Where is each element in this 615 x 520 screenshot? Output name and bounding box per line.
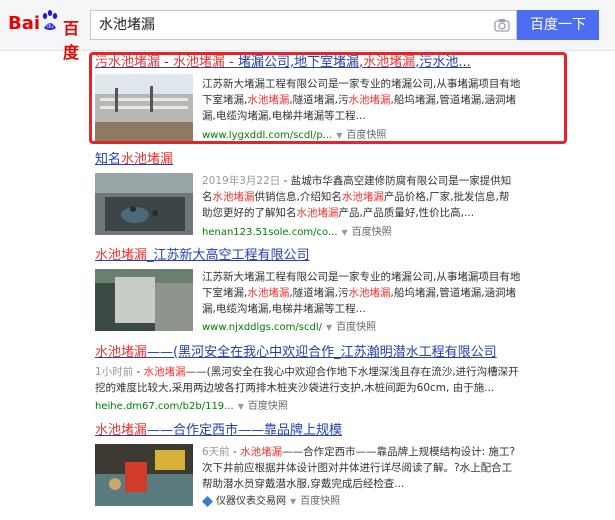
result-date: 6天前 [202,446,230,458]
search-box[interactable]: 水池堵漏 [90,10,517,40]
result-url[interactable]: 仪器仪表交易网 [216,496,286,507]
dropdown-arrow-icon[interactable]: ▼ [290,497,296,506]
keyword-highlight: 水池堵漏 [95,345,148,360]
text-segment: 供销信息,介绍知名 [254,191,342,203]
result-description: 6天前 - 水池堵漏——合作定西市——靠品牌上规模结构设计: 施工?次下井前应根… [202,444,522,492]
result-url-row: henan123.51sole.com/co... ▼ 百度快照 [202,223,392,238]
dropdown-arrow-icon[interactable]: ▼ [326,323,332,332]
result-3: 水池堵漏_江苏新大高空工程有限公司 [95,247,310,265]
result-date: 2019年3月22日 [202,175,281,187]
snapshot-link[interactable]: 百度快照 [248,401,288,412]
result-description-text: - 水池堵漏——合作定西市——靠品牌上规模结构设计: 施工?次下井前应根据井体设… [202,446,515,490]
text-segment: - [133,366,144,378]
text-segment: - [229,446,241,458]
result-url-row: www.njxddlgs.com/scdl/ ▼ 百度快照 [202,318,376,333]
svg-text:du: du [46,23,54,30]
keyword-highlight: 水池堵漏 [240,446,283,458]
dropdown-arrow-icon[interactable]: ▼ [341,228,347,237]
search-input[interactable]: 水池堵漏 [99,11,479,39]
keyword-highlight: 水池堵漏 [341,191,384,203]
text-segment: 产品,产品质量好,性价比高,... [338,207,475,219]
result-5: 水池堵漏——合作定西市——靠品牌上规模 [95,422,342,440]
result-description: 江苏新大堵漏工程有限公司是一家专业的堵漏公司,从事堵漏项目有地下室堵漏,水池堵漏… [202,269,522,317]
result-description: 1小时前 - 水池堵漏——(黑河安全在我心中欢迎合作地下水埋深浅且存在流沙,进行… [95,364,519,396]
keyword-highlight: 水池堵漏 [143,366,186,378]
logo-du-text: 百度 [63,19,80,62]
result-url[interactable]: heihe.dm67.com/b2b/119... [95,401,234,412]
baidu-logo[interactable]: Bai du 百度 [8,10,90,62]
keyword-highlight: 水池堵漏 [95,248,148,263]
camera-icon[interactable] [494,17,510,33]
highlight-frame [89,52,567,144]
paw-icon: du [42,10,58,30]
result-2: 知名水池堵漏 [95,151,173,169]
dropdown-arrow-icon[interactable]: ▼ [238,402,244,411]
text-segment: ——合作定西市——靠品牌上规模 [147,423,343,438]
search-button[interactable]: 百度一下 [517,10,599,40]
result-title[interactable]: 水池堵漏_江苏新大高空工程有限公司 [95,247,310,265]
snapshot-link[interactable]: 百度快照 [336,322,376,333]
keyword-highlight: 水池堵漏 [348,287,391,299]
result-thumbnail[interactable] [95,269,193,339]
source-site-icon [202,495,213,507]
result-date: 1小时前 [95,366,134,378]
result-description: 2019年3月22日 - 盐城市华鑫高空建修防腐有限公司是一家提供知名水池堵漏供… [202,173,512,221]
result-description-text: - 水池堵漏——(黑河安全在我心中欢迎合作地下水埋深浅且存在流沙,进行沟槽深开挖… [95,366,519,394]
logo-bai-text: Bai [8,13,41,34]
result-thumbnail[interactable] [95,173,193,243]
result-url-row: heihe.dm67.com/b2b/119... ▼ 百度快照 [95,397,288,412]
keyword-highlight: 水池堵漏 [121,152,174,167]
result-4: 水池堵漏——(黑河安全在我心中欢迎合作_江苏瀚明潜水工程有限公司 [95,344,497,362]
result-url-row: 仪器仪表交易网 ▼ 百度快照 [202,492,340,507]
snapshot-link[interactable]: 百度快照 [352,227,392,238]
text-segment: ——(黑河安全在我心中欢迎合作_江苏瀚明潜水工程有限公司 [147,345,497,360]
keyword-highlight: 水池堵漏 [247,287,290,299]
result-title[interactable]: 水池堵漏——合作定西市——靠品牌上规模 [95,422,342,440]
top-bar: Bai du 百度 水池堵漏 百度一下 [0,0,615,62]
text-segment: _江苏新大高空工程有限公司 [147,248,310,263]
keyword-highlight: 水池堵漏 [212,191,255,203]
result-thumbnail[interactable] [95,444,193,514]
result-title[interactable]: 知名水池堵漏 [95,151,173,169]
snapshot-link[interactable]: 百度快照 [300,496,340,507]
result-url[interactable]: henan123.51sole.com/co... [202,227,337,238]
result-url[interactable]: www.njxddlgs.com/scdl/ [202,322,322,333]
text-segment: 知名 [95,152,122,167]
keyword-highlight: 水池堵漏 [95,423,148,438]
keyword-highlight: 水池堵漏 [296,207,339,219]
text-segment: ,隧道堵漏,污 [289,287,349,299]
result-title[interactable]: 水池堵漏——(黑河安全在我心中欢迎合作_江苏瀚明潜水工程有限公司 [95,344,497,362]
